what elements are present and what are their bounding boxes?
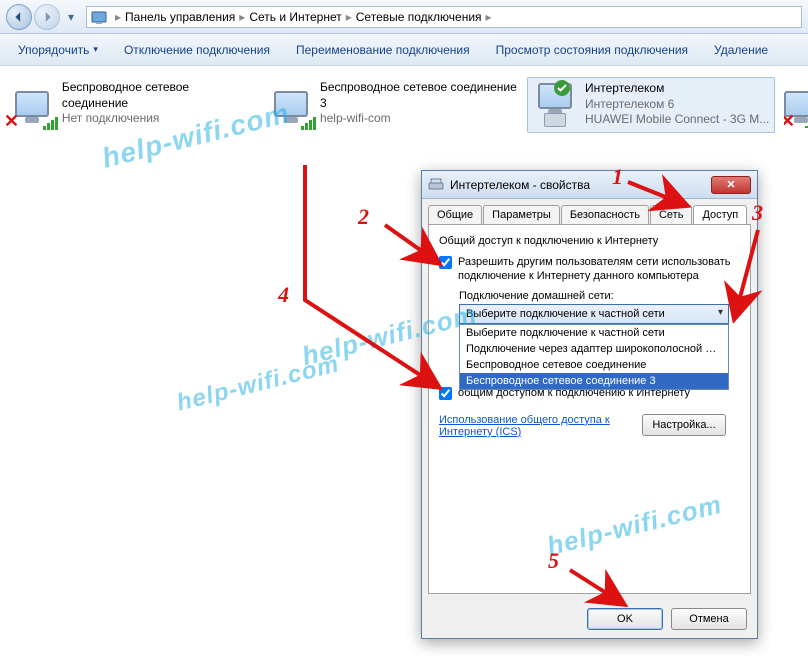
combo-option-highlighted[interactable]: Беспроводное сетевое соединение 3	[460, 373, 728, 389]
cancel-button[interactable]: Отмена	[671, 608, 747, 630]
connection-title: Беспроводное сетевое соединение 3	[320, 80, 518, 111]
disconnected-x-icon: ✕	[4, 111, 19, 132]
connection-title: Интертелеком	[585, 81, 769, 97]
disable-connection-button[interactable]: Отключение подключения	[116, 39, 278, 61]
connection-sub2: HUAWEI Mobile Connect - 3G M...	[585, 112, 769, 128]
connection-status: help-wifi-com	[320, 111, 518, 127]
home-network-dropdown-list: Выберите подключение к частной сети Подк…	[459, 324, 729, 390]
breadcrumb-item[interactable]: Сеть и Интернет	[249, 10, 341, 24]
dialog-title: Интертелеком - свойства	[450, 178, 711, 192]
nav-forward-button[interactable]	[34, 4, 60, 30]
tab-general[interactable]: Общие	[428, 205, 482, 224]
delete-connection-button[interactable]: Удаление	[706, 39, 776, 61]
combo-option[interactable]: Выберите подключение к частной сети	[460, 325, 728, 341]
connection-title: Беспроводное сетевое соединение	[62, 80, 258, 111]
tab-panel-access: Общий доступ к подключению к Интернету Р…	[428, 224, 751, 594]
nav-history-dropdown[interactable]: ▾	[64, 10, 78, 24]
close-button[interactable]: ✕	[711, 176, 751, 194]
control-panel-icon	[91, 9, 107, 25]
connection-item[interactable]: Беспроводное сетевое соединение 3 help-w…	[268, 80, 518, 128]
check-icon	[553, 79, 571, 97]
watermark: help-wifi.com	[174, 350, 342, 417]
home-network-label: Подключение домашней сети:	[459, 290, 740, 302]
combo-selected-text: Выберите подключение к частной сети	[466, 308, 665, 320]
nav-back-button[interactable]	[6, 4, 32, 30]
modem-icon	[531, 81, 579, 129]
explorer-toolbar: Упорядочить Отключение подключения Переи…	[0, 34, 808, 66]
tab-network[interactable]: Сеть	[650, 205, 692, 224]
connection-item[interactable]: ✕	[784, 80, 808, 128]
tab-security[interactable]: Безопасность	[561, 205, 649, 224]
allow-control-checkbox[interactable]	[439, 387, 452, 400]
organize-button[interactable]: Упорядочить	[10, 39, 106, 61]
home-network-combo[interactable]: Выберите подключение к частной сети	[459, 304, 729, 324]
connection-item[interactable]: ✕ Беспроводное сетевое соединение Нет по…	[8, 80, 258, 128]
allow-sharing-checkbox[interactable]	[439, 256, 452, 269]
connection-status: Нет подключения	[62, 111, 258, 127]
ics-link[interactable]: Использование общего доступа к Интернету…	[439, 414, 619, 438]
dialog-titlebar[interactable]: Интертелеком - свойства ✕	[422, 171, 757, 199]
breadcrumb[interactable]: ▸ Панель управления ▸ Сеть и Интернет ▸ …	[86, 6, 802, 28]
status-connection-button[interactable]: Просмотр состояния подключения	[488, 39, 696, 61]
tab-params[interactable]: Параметры	[483, 205, 560, 224]
tab-strip: Общие Параметры Безопасность Сеть Доступ	[422, 199, 757, 224]
tab-access[interactable]: Доступ	[693, 205, 747, 224]
modem-icon	[428, 177, 444, 193]
disconnected-x-icon: ✕	[784, 111, 795, 128]
group-title: Общий доступ к подключению к Интернету	[439, 235, 740, 247]
properties-dialog: Интертелеком - свойства ✕ Общие Параметр…	[421, 170, 758, 639]
breadcrumb-item[interactable]: Панель управления	[125, 10, 235, 24]
wireless-icon	[268, 80, 314, 128]
combo-option[interactable]: Подключение через адаптер широкополосной…	[460, 341, 728, 357]
wireless-icon: ✕	[784, 80, 808, 128]
connections-area: ✕ Беспроводное сетевое соединение Нет по…	[0, 66, 808, 94]
dialog-button-row: OK Отмена	[422, 600, 757, 638]
breadcrumb-item[interactable]: Сетевые подключения	[356, 10, 482, 24]
connection-item-selected[interactable]: Интертелеком Интертелеком 6 HUAWEI Mobil…	[527, 77, 775, 133]
combo-option[interactable]: Беспроводное сетевое соединение	[460, 357, 728, 373]
connection-sub1: Интертелеком 6	[585, 97, 769, 113]
explorer-navbar: ▾ ▸ Панель управления ▸ Сеть и Интернет …	[0, 0, 808, 34]
settings-button[interactable]: Настройка...	[642, 414, 726, 436]
wireless-icon: ✕	[8, 80, 56, 128]
ok-button[interactable]: OK	[587, 608, 663, 630]
allow-sharing-label: Разрешить другим пользователям сети испо…	[458, 255, 740, 284]
rename-connection-button[interactable]: Переименование подключения	[288, 39, 478, 61]
